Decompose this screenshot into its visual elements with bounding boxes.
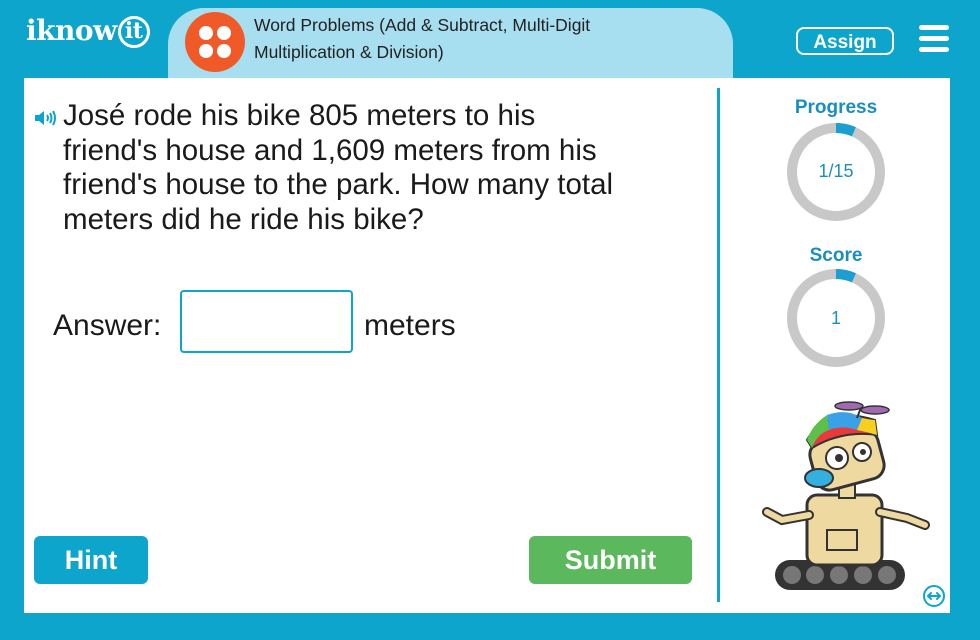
question-text: José rode his bike 805 meters to his fri…: [63, 99, 713, 237]
lesson-category-icon: [185, 12, 245, 72]
panel-divider: [717, 88, 720, 602]
robot-mascot-image: [762, 401, 930, 590]
progress-value: 1/15: [818, 161, 854, 181]
hint-button[interactable]: Hint: [34, 536, 148, 584]
answer-input[interactable]: [180, 290, 353, 353]
progress-label: Progress: [794, 97, 878, 118]
score-value: 1: [830, 308, 841, 328]
score-label: Score: [809, 245, 863, 266]
iknowit-logo[interactable]: iknow it: [26, 14, 150, 48]
submit-button[interactable]: Submit: [529, 536, 692, 584]
question-line: friend's house and 1,609 meters from his: [63, 133, 597, 167]
question-line: José rode his bike 805 meters to his: [63, 99, 536, 132]
question-line: meters did he ride his bike?: [63, 202, 424, 236]
lesson-title: Word Problems (Add & Subtract, Multi-Dig…: [254, 15, 591, 62]
question-line: friend's house to the park. How many tot…: [63, 168, 614, 201]
answer-label: Answer:: [53, 309, 162, 342]
speaker-icon[interactable]: [34, 109, 60, 127]
hamburger-menu-icon[interactable]: [919, 25, 949, 53]
answer-unit: meters: [364, 309, 456, 342]
top-bar: iknow it Word Problems (Add & Subtract, M…: [0, 0, 980, 82]
swap-arrows-icon[interactable]: [922, 584, 946, 608]
assign-button[interactable]: Assign: [796, 27, 894, 55]
lightbulb-logo-icon: it: [117, 16, 150, 48]
